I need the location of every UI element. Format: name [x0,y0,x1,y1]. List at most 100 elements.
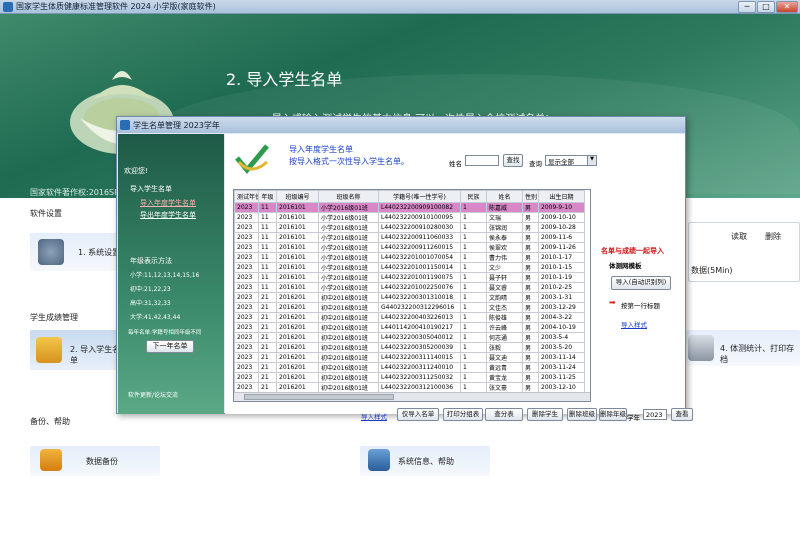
maximize-button[interactable]: □ [757,1,775,13]
table-row[interactable]: 2023 21 2016201 初中2016级01班 L4402322003121000… [234,382,585,393]
data-5min-label: 数据(5Min) [691,266,733,275]
table-cell: 1 [460,282,487,293]
column-header[interactable]: 姓名 [486,190,523,203]
bottom-action-button[interactable]: 打印分组表 [443,408,483,421]
table-cell: 小学2016级01班 [318,252,379,263]
table-row[interactable]: 2023 21 2016201 初中2016级01班 L4401142004101902… [234,322,585,333]
view-button[interactable]: 查看 [671,408,693,421]
data-backup-card[interactable]: 数据备份 [30,446,160,476]
table-row[interactable]: 2023 21 2016201 初中2016级01班 L4402322003050400… [234,332,585,343]
table-cell: 2010-1-17 [538,252,585,263]
horizontal-scrollbar[interactable] [234,392,590,401]
table-cell: 1 [460,222,487,233]
table-cell: 2010-2-25 [538,282,585,293]
table-cell: 男 [522,252,539,263]
table-row[interactable]: 2023 11 2016101 小学2016级01班 L4402322010022500… [234,282,585,293]
table-cell: 2016201 [276,322,319,333]
table-cell: 初中2016级01班 [318,372,379,383]
table-row[interactable]: 2023 21 2016201 初中2016级01班 L4402322003111400… [234,352,585,363]
section-backup: 备份、帮助 [30,417,70,426]
system-settings-card[interactable]: 1. 系统设置 [30,233,130,271]
table-cell: 黄远青 [486,362,523,373]
table-row[interactable]: 2023 11 2016101 小学2016级01班 L4402322009112600… [234,242,585,253]
search-button[interactable]: 查找 [503,154,523,167]
read-label[interactable]: 读取 [731,231,747,242]
table-row[interactable]: 2023 21 2016201 初中2016级01班 G4402322003122960… [234,302,585,313]
table-cell: 文韵晴 [486,292,523,303]
import-icon [36,337,62,363]
table-cell: L440232200311250032 [378,372,461,383]
import-students-card[interactable]: 2. 导入学生名单 [30,330,122,370]
minimize-button[interactable]: ─ [738,1,756,13]
table-row[interactable]: 2023 21 2016201 初中2016级01班 L4402322003013100… [234,292,585,303]
nav-import-year[interactable]: 导入年度学生名单 [140,198,196,208]
table-cell: 21 [258,292,277,303]
name-search-input[interactable] [465,155,499,166]
table-cell: 聂子轩 [486,272,523,283]
table-cell: 小学2016级01班 [318,242,379,253]
table-row[interactable]: 2023 21 2016201 初中2016级01班 L4402322004032260… [234,312,585,323]
table-cell: 男 [522,212,539,223]
table-cell: 21 [258,372,277,383]
table-cell: 1 [460,252,487,263]
table-cell: L440232201002250076 [378,282,461,293]
delete-label[interactable]: 删除 [765,231,781,242]
auto-import-button[interactable]: 导入(自动识别列) [611,276,671,290]
table-cell: 11 [258,232,277,243]
column-header[interactable]: 测试年份 [234,190,259,203]
column-header[interactable]: 年级 [258,190,277,203]
update-link[interactable]: 软件更新/论坛交流 [128,390,178,399]
next-year-button[interactable]: 下一年名单 [146,340,194,353]
table-cell: 11 [258,212,277,223]
scrollbar-thumb[interactable] [244,394,394,400]
gear-icon [38,239,64,265]
table-cell: 2023 [234,272,259,283]
table-cell: 2003-5-20 [538,342,585,353]
column-header[interactable]: 班级名称 [318,190,379,203]
column-header[interactable]: 民族 [460,190,487,203]
table-cell: 文瑞 [486,212,523,223]
table-row[interactable]: 2023 11 2016101 小学2016级01班 L4402322009101000… [234,212,585,223]
table-cell: 2016201 [276,372,319,383]
table-row[interactable]: 2023 11 2016101 小学2016级01班 L4402322009102800… [234,222,585,233]
table-cell: L440232200311140015 [378,352,461,363]
table-cell: 2016201 [276,382,319,393]
bottom-action-button[interactable]: 查分表 [485,408,523,421]
bottom-import-format-link[interactable]: 导入样式 [361,411,387,421]
import-format-link[interactable]: 导入样式 [621,319,647,329]
table-cell: 2023 [234,212,259,223]
bottom-action-button[interactable]: 删除班级 [567,408,597,421]
query-select[interactable]: 显示全部 ▼ [545,155,597,166]
close-button[interactable]: ✕ [776,1,798,13]
bottom-action-button[interactable]: 删除年级 [599,408,627,421]
table-cell: 21 [258,342,277,353]
grade-note: 每年名单:学籍号相同年级不同 [128,330,202,336]
column-header[interactable]: 班级编号 [276,190,319,203]
table-cell: 男 [522,312,539,323]
column-header[interactable]: 出生日期 [538,190,585,203]
year-input[interactable] [643,409,667,420]
student-table: 测试年份年级班级编号班级名称学籍号(唯一性学号)民族姓名性别出生日期 20231… [233,189,591,402]
table-cell: 初中2016级01班 [318,292,379,303]
table-row[interactable]: 2023 11 2016101 小学2016级01班 L4402322009110600… [234,232,585,243]
column-header[interactable]: 学籍号(唯一性学号) [378,190,461,203]
nav-export-year[interactable]: 导出年度学生名单 [140,210,196,220]
table-row[interactable]: 2023 11 2016101 小学2016级01班 L4402322009091000… [234,202,585,213]
table-row[interactable]: 2023 21 2016201 初中2016级01班 L4402322003112500… [234,372,585,383]
table-cell: 2016101 [276,222,319,233]
table-row[interactable]: 2023 21 2016201 初中2016级01班 L4402322003052000… [234,342,585,353]
column-header[interactable]: 性别 [522,190,539,203]
bottom-action-button[interactable]: 仅导入名单 [397,408,439,421]
table-row[interactable]: 2023 21 2016201 初中2016级01班 L4402322003112400… [234,362,585,373]
table-row[interactable]: 2023 11 2016101 小学2016级01班 L4402322010011500… [234,262,585,273]
bottom-action-button[interactable]: 删除学生 [527,408,563,421]
system-info-card[interactable]: 系统信息、帮助 [360,446,490,476]
table-row[interactable]: 2023 11 2016101 小学2016级01班 L4402322010010700… [234,252,585,263]
table-cell: 2016101 [276,212,319,223]
dialog-heading: 导入年度学生名单 [289,145,353,154]
table-cell: 文佳杰 [486,302,523,313]
table-row[interactable]: 2023 11 2016101 小学2016级01班 L4402322010011900… [234,272,585,283]
nav-import-list[interactable]: 导入学生名单 [130,184,172,194]
stats-print-card[interactable]: 4. 体测统计、打印存档 [686,330,800,366]
table-cell: 2016201 [276,362,319,373]
